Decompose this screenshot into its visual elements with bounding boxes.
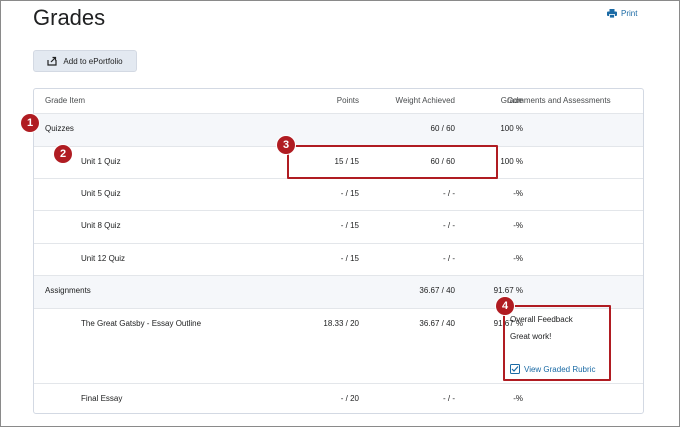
table-row-category: Assignments 36.67 / 40 91.67 %: [34, 275, 643, 308]
page-title: Grades: [33, 5, 106, 30]
callout-box-3: [287, 145, 498, 179]
row-weight: - / -: [443, 189, 455, 198]
header-comments: Comments and Assessments: [507, 96, 611, 105]
table-row: Unit 5 Quiz - / 15 - / - -%: [34, 178, 643, 210]
row-points: - / 15: [340, 254, 359, 263]
row-grade: -%: [513, 394, 523, 403]
table-row: Final Essay - / 20 - / - -%: [34, 383, 643, 413]
header-weight-achieved: Weight Achieved: [395, 96, 455, 105]
row-points: 18.33 / 20: [323, 319, 359, 328]
row-item: Unit 8 Quiz: [81, 221, 121, 230]
table-row: Unit 8 Quiz - / 15 - / - -%: [34, 210, 643, 243]
callout-badge-4: 4: [496, 297, 514, 315]
header-points: Points: [336, 96, 359, 105]
row-grade: 100 %: [500, 124, 523, 133]
row-weight: - / -: [443, 221, 455, 230]
row-weight: 36.67 / 40: [419, 286, 455, 295]
print-label: Print: [621, 9, 638, 18]
row-item: Unit 1 Quiz: [81, 157, 121, 166]
print-button[interactable]: Print: [607, 9, 637, 18]
add-to-eportfolio-button[interactable]: Add to ePortfolio: [33, 50, 137, 72]
table-row: Unit 12 Quiz - / 15 - / - -%: [34, 243, 643, 275]
callout-badge-3: 3: [277, 136, 295, 154]
row-weight: 60 / 60: [430, 124, 455, 133]
table-row-category: Quizzes 60 / 60 100 %: [34, 113, 643, 146]
callout-badge-2: 2: [54, 145, 72, 163]
row-item: Assignments: [45, 286, 91, 295]
row-points: - / 20: [340, 394, 359, 403]
row-item: The Great Gatsby - Essay Outline: [81, 319, 202, 328]
share-icon: [47, 56, 58, 66]
row-weight: 36.67 / 40: [419, 319, 455, 328]
row-item: Unit 5 Quiz: [81, 189, 121, 198]
row-item: Final Essay: [81, 394, 123, 403]
callout-badge-1: 1: [21, 114, 39, 132]
row-points: - / 15: [340, 189, 359, 198]
eportfolio-label: Add to ePortfolio: [63, 56, 123, 66]
row-weight: - / -: [443, 254, 455, 263]
callout-box-4: [503, 305, 611, 381]
table-header: Grade Item Points Weight Achieved Grade …: [34, 89, 643, 113]
row-item: Quizzes: [45, 124, 74, 133]
row-points: - / 15: [340, 221, 359, 230]
row-weight: - / -: [443, 394, 455, 403]
row-grade: 100 %: [500, 157, 523, 166]
row-grade: -%: [513, 189, 523, 198]
header-grade-item: Grade Item: [45, 96, 86, 105]
printer-icon: [607, 9, 617, 18]
row-item: Unit 12 Quiz: [81, 254, 126, 263]
row-grade: -%: [513, 221, 523, 230]
row-grade: -%: [513, 254, 523, 263]
